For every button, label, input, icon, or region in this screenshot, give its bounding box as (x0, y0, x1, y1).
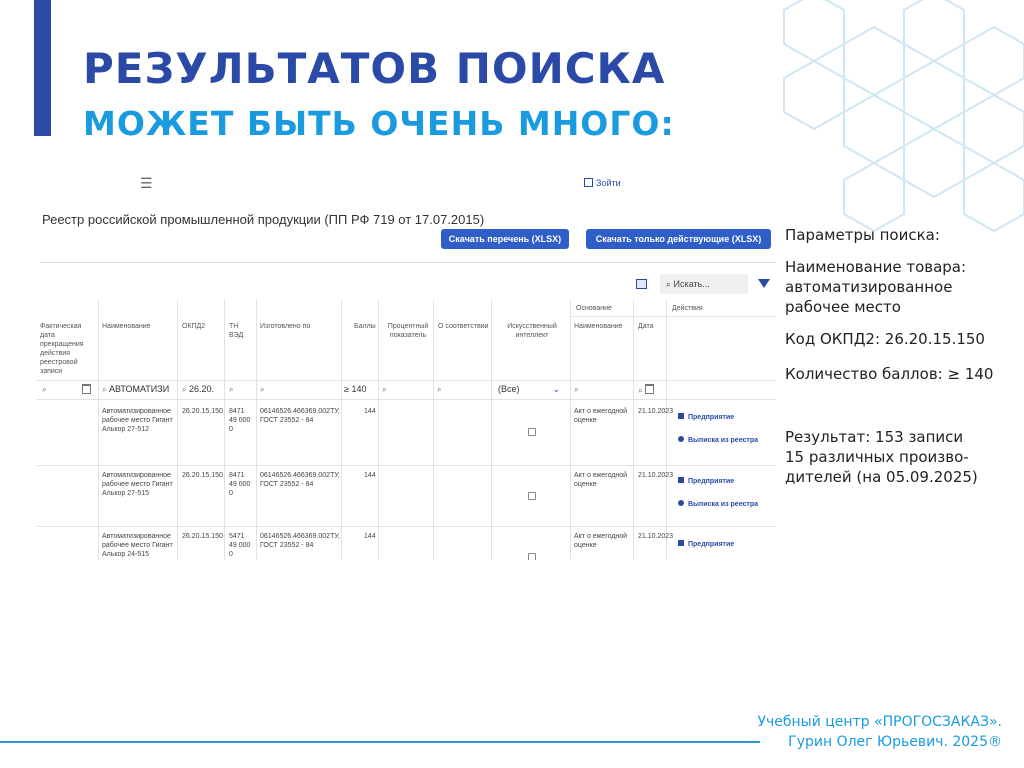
filter-tnved[interactable]: ⌕ (229, 384, 233, 395)
column-header-basis-name[interactable]: Наименование (574, 322, 623, 331)
enterprise-link[interactable]: Предприятие (678, 477, 734, 485)
params-result-manufacturers: 15 различных произво- (785, 448, 969, 466)
params-result: Результат: 153 записи (785, 428, 964, 446)
column-header-conformity[interactable]: О соответствии (438, 322, 488, 331)
menu-icon[interactable]: ☰ (140, 175, 153, 192)
column-header-score[interactable]: Баллы (354, 322, 376, 331)
registry-title: Реестр российской промышленной продукции… (42, 212, 485, 227)
filter-made-by[interactable]: ⌕ (260, 384, 264, 395)
divider (40, 262, 776, 263)
params-result-date: дителей (на 05.09.2025) (785, 468, 978, 486)
column-header-ai[interactable]: Искусственный интеллект (498, 322, 566, 340)
search-icon: ⌕ (260, 385, 265, 394)
filter-basis-name[interactable]: ⌕ (574, 384, 578, 395)
filter-date[interactable]: ⌕ (638, 384, 654, 396)
chevron-down-icon: ⌄ (552, 384, 560, 394)
search-icon: ⌕ (182, 385, 187, 394)
slide-subtitle: МОЖЕТ БЫТЬ ОЧЕНЬ МНОГО: (83, 104, 675, 143)
enterprise-link[interactable]: Предприятие (678, 413, 734, 421)
results-table: Основание Действия Фактическая дата прек… (36, 300, 776, 560)
filter-icon[interactable] (758, 279, 770, 288)
column-header-name[interactable]: Наименование (102, 322, 151, 331)
factory-icon (678, 540, 684, 546)
filter-name[interactable]: ⌕ АВТОМАТИЗИ (102, 384, 169, 395)
filter-okpd[interactable]: ⌕ 26.20. (182, 384, 214, 395)
params-okpd: Код ОКПД2: 26.20.15.150 (785, 330, 985, 348)
registry-topbar: ☰ Зойти (36, 168, 776, 198)
search-icon: ⌕ (574, 385, 579, 394)
accent-bar (34, 0, 51, 136)
download-list-button[interactable]: Скачать перечень (XLSX) (441, 229, 569, 249)
column-header-end-date[interactable]: Фактическая дата прекращения действия ре… (40, 322, 96, 376)
registry-screenshot: ☰ Зойти Реестр российской промышленной п… (36, 168, 776, 560)
search-icon: ⌕ (229, 385, 234, 394)
search-icon: ⌕ (102, 385, 107, 394)
search-icon: ⌕ (382, 385, 387, 394)
column-header-made-by[interactable]: Изготовлено по (260, 322, 310, 331)
factory-icon (678, 413, 684, 419)
registry-extract-link[interactable]: Выписка из реестра (678, 436, 758, 444)
params-score: Количество баллов: ≥ 140 (785, 365, 994, 383)
params-product-value: автоматизированное рабочее место (785, 278, 953, 316)
search-icon: ⌕ (42, 385, 47, 394)
column-header-percent[interactable]: Процентный показатель (385, 322, 431, 340)
search-icon: ⌕ (638, 386, 643, 395)
ai-checkbox[interactable] (528, 492, 536, 500)
enterprise-link[interactable]: Предприятие (678, 540, 734, 548)
gear-icon (678, 500, 684, 506)
footer-author: Гурин Олег Юрьевич. 2025® (788, 734, 1002, 750)
footer-line (0, 741, 760, 743)
gear-icon (678, 436, 684, 442)
params-product-label: Наименование товара: (785, 258, 967, 276)
column-header-date[interactable]: Дата (638, 322, 654, 331)
filter-percent[interactable]: ⌕ (382, 384, 386, 395)
registry-extract-link[interactable]: Выписка из реестра (678, 500, 758, 508)
filter-score[interactable]: ≥ 140 (344, 384, 366, 394)
search-icon: ⌕ (437, 385, 442, 394)
search-params: Параметры поиска: Наименование товара: а… (785, 225, 1005, 487)
filter-conformity[interactable]: ⌕ (437, 384, 441, 395)
login-link[interactable]: Зойти (584, 178, 621, 188)
copy-icon[interactable] (636, 279, 647, 289)
factory-icon (678, 477, 684, 483)
download-active-button[interactable]: Скачать только действующие (XLSX) (586, 229, 771, 249)
hexagon-pattern (783, 0, 1024, 233)
login-icon (584, 178, 593, 187)
column-header-okpd[interactable]: ОКПД2 (182, 322, 205, 331)
ai-checkbox[interactable] (528, 553, 536, 560)
calendar-icon[interactable] (82, 384, 91, 394)
group-header-action: Действия (672, 305, 703, 312)
footer-org: Учебный центр «ПРОГОСЗАКАЗ». (757, 714, 1002, 730)
params-heading: Параметры поиска: (785, 226, 940, 244)
ai-checkbox[interactable] (528, 428, 536, 436)
group-header-basis: Основание (576, 305, 612, 312)
column-header-tnved[interactable]: ТН ВЭД (229, 322, 253, 340)
calendar-icon[interactable] (645, 384, 654, 394)
search-input[interactable]: ⌕ Искать... (660, 274, 748, 294)
footer: Учебный центр «ПРОГОСЗАКАЗ». Гурин Олег … (757, 712, 1002, 752)
filter-ai-select[interactable]: (Все) ⌄ (498, 384, 566, 394)
filter-end-date[interactable]: ⌕ (42, 384, 91, 395)
slide-title: РЕЗУЛЬТАТОВ ПОИСКА (83, 44, 666, 93)
